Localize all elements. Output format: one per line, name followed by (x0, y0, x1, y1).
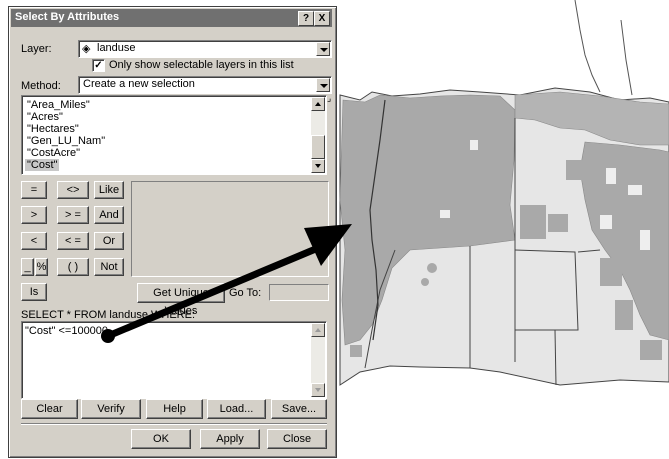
list-item[interactable]: "Area_Miles" (25, 99, 92, 111)
divider (21, 423, 327, 425)
method-label: Method: (21, 80, 61, 92)
op-greater-button[interactable]: > (21, 206, 47, 224)
sql-clause-label: SELECT * FROM landuse WHERE: (21, 309, 196, 321)
method-dropdown[interactable]: Create a new selection (78, 76, 332, 94)
op-equals-button[interactable]: = (21, 181, 47, 199)
close-button[interactable]: Close (267, 429, 327, 449)
op-or-button[interactable]: Or (94, 232, 124, 250)
list-item[interactable]: "Gen_LU_Nam" (25, 135, 107, 147)
list-item[interactable]: "Hectares" (25, 123, 81, 135)
scroll-down-icon[interactable] (311, 383, 325, 397)
op-less-equal-button[interactable]: < = (57, 232, 89, 250)
op-greater-equal-button[interactable]: > = (57, 206, 89, 224)
verify-button[interactable]: Verify (81, 399, 141, 419)
ok-button[interactable]: OK (131, 429, 191, 449)
op-not-equal-button[interactable]: <> (57, 181, 89, 199)
help-titlebar-button[interactable]: ? (298, 11, 314, 26)
apply-button[interactable]: Apply (200, 429, 260, 449)
clear-button[interactable]: Clear (21, 399, 78, 419)
layer-dropdown[interactable]: ◈ landuse (78, 40, 332, 58)
op-parens-button[interactable]: ( ) (57, 258, 89, 276)
list-item[interactable]: "Acres" (25, 111, 65, 123)
title-bar[interactable]: Select By Attributes ? X (11, 9, 332, 27)
save-button[interactable]: Save... (271, 399, 327, 419)
op-less-button[interactable]: < (21, 232, 47, 250)
chevron-down-icon[interactable] (316, 42, 330, 56)
select-by-attributes-dialog: Select By Attributes ? X Layer: ◈ landus… (8, 6, 337, 458)
method-value: Create a new selection (83, 78, 195, 90)
load-button[interactable]: Load... (207, 399, 266, 419)
goto-label: Go To: (229, 287, 262, 299)
fields-scrollbar[interactable] (311, 97, 325, 173)
scroll-down-icon[interactable] (311, 159, 325, 173)
chevron-down-icon[interactable] (316, 78, 330, 92)
list-item-selected[interactable]: "Cost" (25, 159, 60, 171)
dialog-title: Select By Attributes (15, 11, 120, 23)
goto-input[interactable] (269, 284, 329, 301)
fields-list[interactable]: "Area_Miles" "Acres" "Hectares" "Gen_LU_… (21, 95, 327, 175)
scroll-up-icon[interactable] (311, 97, 325, 111)
layer-icon: ◈ (82, 43, 91, 55)
scroll-thumb[interactable] (311, 135, 325, 159)
sql-scrollbar[interactable] (311, 323, 325, 397)
sql-expression-textarea[interactable]: "Cost" <=100000 (21, 321, 327, 399)
op-not-button[interactable]: Not (94, 258, 124, 276)
only-selectable-checkbox[interactable]: ✓ (92, 59, 105, 72)
close-titlebar-button[interactable]: X (314, 11, 330, 26)
resize-grip-icon[interactable]: ⌟ (327, 93, 331, 104)
help-button[interactable]: Help (146, 399, 203, 419)
sql-expression-text: "Cost" <=100000 (25, 325, 109, 337)
layer-label: Layer: (21, 43, 52, 55)
op-underscore-button[interactable]: _ (21, 258, 34, 276)
scroll-up-icon[interactable] (311, 323, 325, 337)
op-is-button[interactable]: Is (21, 283, 47, 301)
op-like-button[interactable]: Like (94, 181, 124, 199)
op-percent-button[interactable]: % (35, 258, 48, 276)
op-and-button[interactable]: And (94, 206, 124, 224)
list-item[interactable]: "CostAcre" (25, 147, 82, 159)
get-unique-values-button[interactable]: Get Unique Values (137, 283, 225, 317)
only-selectable-label: Only show selectable layers in this list (109, 59, 294, 71)
layer-value: landuse (97, 42, 136, 54)
unique-values-list[interactable] (131, 181, 329, 277)
